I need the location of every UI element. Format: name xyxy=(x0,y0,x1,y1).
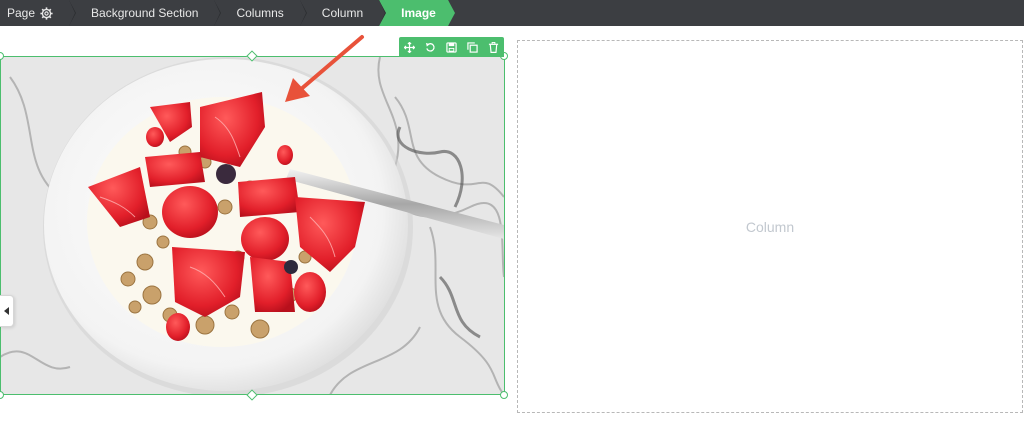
panel-toggle-button[interactable] xyxy=(0,295,14,327)
reset-button[interactable] xyxy=(420,37,441,57)
caret-left-icon xyxy=(3,307,9,315)
column-placeholder-label: Column xyxy=(745,218,795,235)
breadcrumb-label: Background Section xyxy=(91,6,199,20)
undo-icon xyxy=(425,42,435,52)
duplicate-icon xyxy=(467,41,478,53)
breadcrumb-item-column[interactable]: Column xyxy=(300,0,387,26)
resize-handle-bottom-left[interactable] xyxy=(0,391,4,399)
delete-icon xyxy=(488,41,499,53)
breadcrumb-label: Image xyxy=(401,6,436,20)
element-toolbar xyxy=(399,37,504,57)
breadcrumb: Page Background Section Columns Column I… xyxy=(0,0,1024,26)
delete-button[interactable] xyxy=(483,37,504,57)
breadcrumb-label: Page xyxy=(7,6,36,20)
empty-column[interactable]: Column xyxy=(517,40,1023,413)
move-icon xyxy=(404,41,415,53)
resize-handle-bottom-right[interactable] xyxy=(500,391,508,399)
gear-icon[interactable] xyxy=(40,6,53,20)
save-button[interactable] xyxy=(441,37,462,57)
save-icon xyxy=(446,41,457,53)
yogurt-bowl-image xyxy=(0,57,504,395)
breadcrumb-item-image[interactable]: Image xyxy=(379,0,455,26)
duplicate-button[interactable] xyxy=(462,37,483,57)
breadcrumb-label: Column xyxy=(321,6,364,20)
breadcrumb-item-background-section[interactable]: Background Section xyxy=(69,0,222,26)
move-button[interactable] xyxy=(399,37,420,57)
image-element[interactable] xyxy=(0,57,504,395)
breadcrumb-item-page[interactable]: Page xyxy=(0,0,77,26)
breadcrumb-label: Columns xyxy=(236,6,284,20)
breadcrumb-item-columns[interactable]: Columns xyxy=(214,0,308,26)
